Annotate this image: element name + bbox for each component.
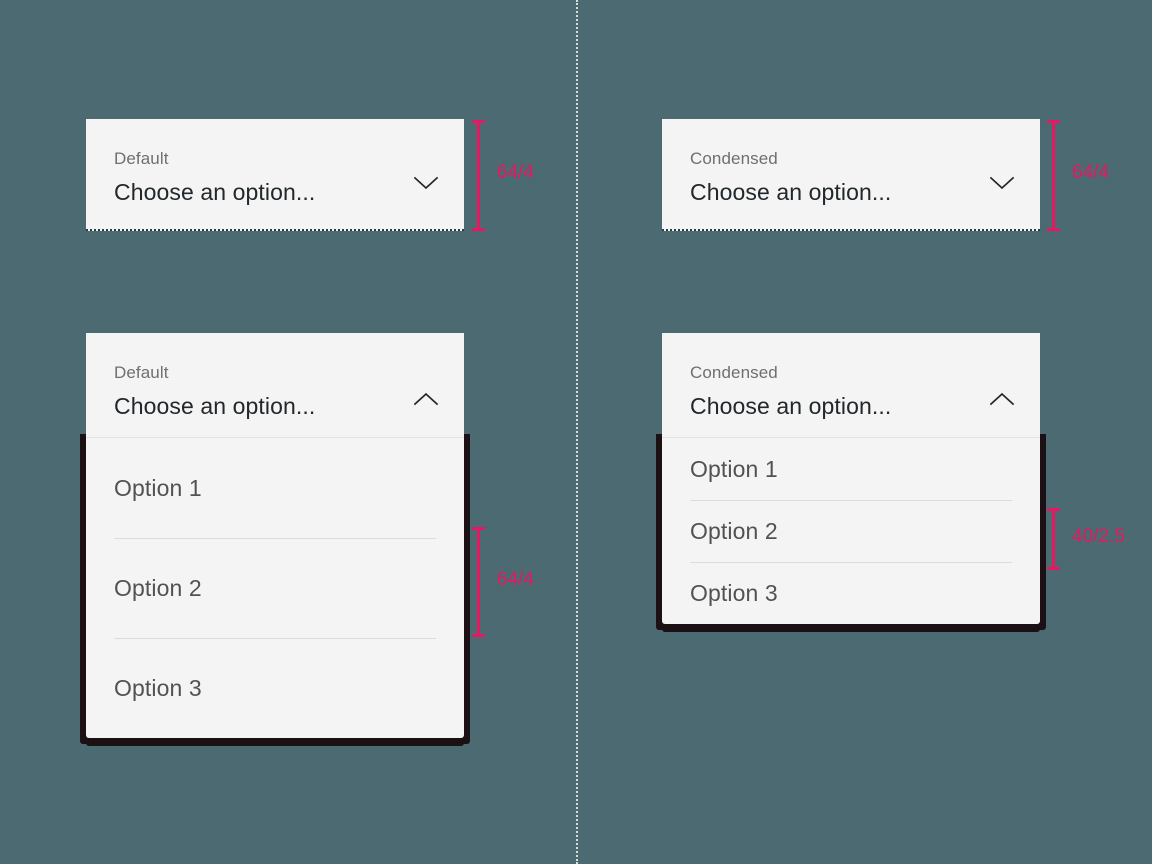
measure-cap-top: [1047, 120, 1060, 123]
select-default-open[interactable]: Default Choose an option... Option 1 Opt…: [80, 333, 470, 738]
select-value: Choose an option...: [114, 179, 316, 205]
measure-bar: [1052, 508, 1055, 570]
list-item[interactable]: Option 1: [86, 438, 464, 538]
select-value: Choose an option...: [690, 179, 892, 205]
measure-value: 64/4: [497, 569, 534, 590]
list-item[interactable]: Option 3: [86, 638, 464, 738]
select-options-list: Option 1 Option 2 Option 3: [80, 434, 470, 738]
measure-cap-top: [472, 527, 485, 530]
select-trigger[interactable]: Default Choose an option...: [86, 333, 464, 438]
select-value: Choose an option...: [114, 393, 316, 419]
measure-cap-top: [472, 120, 485, 123]
measure-value: 64/4: [1072, 162, 1109, 183]
chevron-down-icon[interactable]: [989, 175, 1015, 191]
chevron-up-icon[interactable]: [413, 391, 439, 407]
measure-value: 64/4: [497, 162, 534, 183]
measure-cap-bottom: [1047, 567, 1060, 570]
select-label: Condensed: [690, 363, 778, 382]
select-condensed-closed[interactable]: Condensed Choose an option...: [662, 119, 1040, 231]
chevron-down-icon[interactable]: [413, 175, 439, 191]
list-item[interactable]: Option 3: [662, 562, 1040, 624]
list-item[interactable]: Option 1: [662, 438, 1040, 500]
list-item[interactable]: Option 2: [86, 538, 464, 638]
list-item[interactable]: Option 2: [662, 500, 1040, 562]
select-default-closed[interactable]: Default Choose an option...: [86, 119, 464, 231]
measure-bar: [477, 527, 480, 637]
select-label: Default: [114, 149, 169, 168]
select-label: Condensed: [690, 149, 778, 168]
column-divider: [576, 0, 578, 864]
select-label: Default: [114, 363, 169, 382]
chevron-up-icon[interactable]: [989, 391, 1015, 407]
select-value: Choose an option...: [690, 393, 892, 419]
measure-cap-top: [1047, 508, 1060, 511]
select-options-list: Option 1 Option 2 Option 3: [656, 434, 1046, 624]
select-trigger[interactable]: Condensed Choose an option...: [662, 333, 1040, 438]
measure-cap-bottom: [1047, 228, 1060, 231]
measure-cap-bottom: [472, 634, 485, 637]
measure-cap-bottom: [472, 228, 485, 231]
measure-value: 40/2.5: [1072, 526, 1125, 547]
measure-bar: [477, 120, 480, 231]
measure-bar: [1052, 120, 1055, 231]
select-condensed-open[interactable]: Condensed Choose an option... Option 1 O…: [656, 333, 1046, 624]
